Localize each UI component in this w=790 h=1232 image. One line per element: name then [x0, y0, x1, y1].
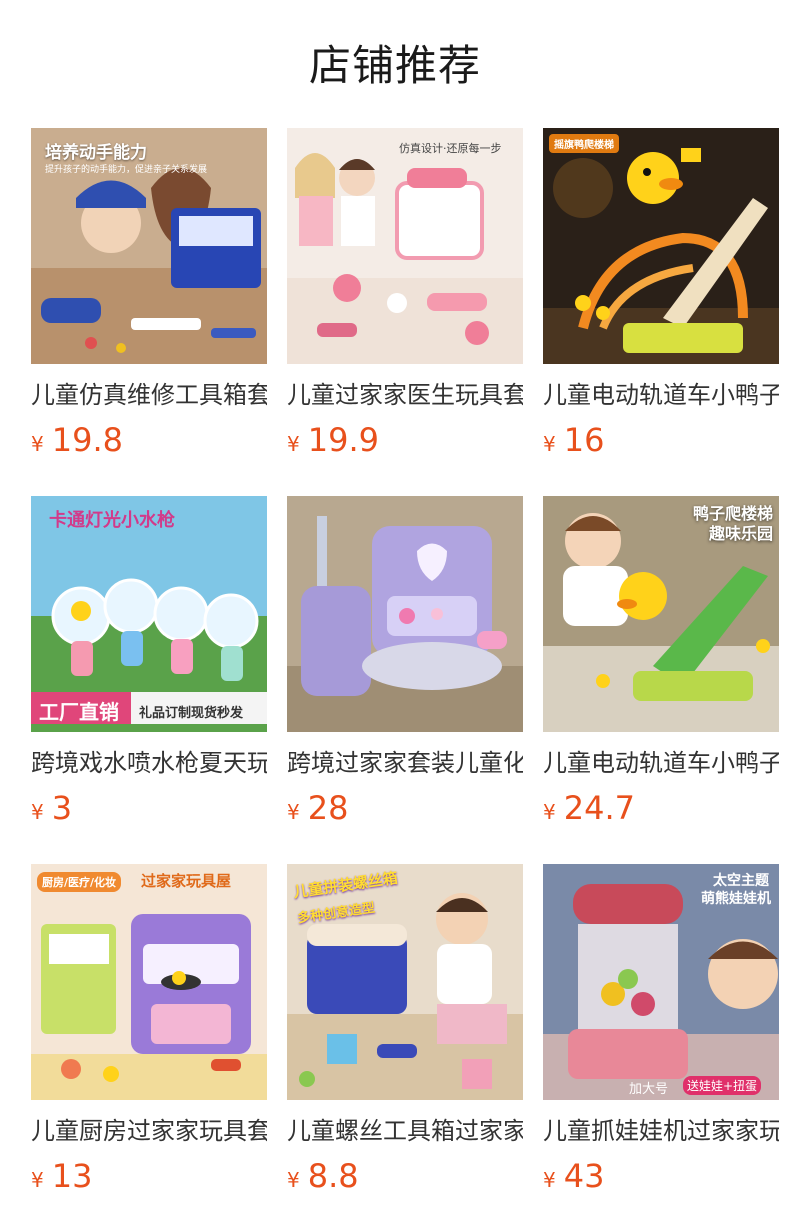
price-amount: 43 — [563, 1157, 605, 1195]
product-price: ¥19.8 — [31, 420, 267, 460]
price-amount: 8.8 — [307, 1157, 359, 1195]
image-overlay-size-tag: 加大号 — [629, 1082, 669, 1097]
image-overlay-gift-tag: 送娃娃+扭蛋 — [683, 1076, 762, 1095]
currency-symbol: ¥ — [287, 1168, 300, 1192]
price-amount: 19.9 — [307, 421, 379, 459]
price-amount: 28 — [307, 789, 349, 827]
currency-symbol: ¥ — [287, 432, 300, 456]
duck-track-image[interactable]: 鸭子爬楼梯 趣味乐园 — [543, 496, 779, 732]
screw-toolbox-image[interactable]: 儿童拼装螺丝箱 多种创意造型 — [287, 864, 523, 1100]
duck-slide-image[interactable]: 摇旗鸭爬楼梯 — [543, 128, 779, 364]
image-overlay-title: 仿真设计·还原每一步 — [399, 142, 502, 155]
image-overlay-subtitle: 萌熊娃娃机 — [701, 891, 771, 907]
price-amount: 13 — [51, 1157, 93, 1195]
product-price: ¥13 — [31, 1156, 267, 1196]
product-card[interactable]: 鸭子爬楼梯 趣味乐园 儿童电动轨道车小鸭子滑梯 ¥24.7 — [543, 496, 779, 864]
currency-symbol: ¥ — [31, 1168, 44, 1192]
image-overlay-title: 过家家玩具屋 — [141, 872, 232, 890]
product-name[interactable]: 儿童抓娃娃机过家家玩具 — [543, 1114, 779, 1148]
price-amount: 16 — [563, 421, 605, 459]
product-price: ¥24.7 — [543, 788, 779, 828]
product-price: ¥28 — [287, 788, 523, 828]
doctor-kit-image[interactable]: 仿真设计·还原每一步 — [287, 128, 523, 364]
image-overlay-tag: 工厂直销 — [39, 700, 119, 724]
currency-symbol: ¥ — [31, 800, 44, 824]
product-name[interactable]: 跨境过家家套装儿童化妆 — [287, 746, 523, 780]
image-overlay-title: 卡通灯光小水枪 — [49, 510, 175, 531]
product-name[interactable]: 儿童过家家医生玩具套装 — [287, 378, 523, 412]
product-card[interactable]: 厨房/医疗/化妆 过家家玩具屋 儿童厨房过家家玩具套装 ¥13 — [31, 864, 267, 1232]
page-title: 店铺推荐 — [308, 41, 481, 90]
image-overlay-tag: 厨房/医疗/化妆 — [37, 872, 122, 892]
price-amount: 19.8 — [51, 421, 123, 459]
product-price: ¥19.9 — [287, 420, 523, 460]
image-overlay-title: 太空主题 — [713, 873, 769, 889]
product-card[interactable]: 培养动手能力 提升孩子的动手能力，促进亲子关系发展 儿童仿真维修工具箱套装 ¥1… — [31, 128, 267, 496]
product-name[interactable]: 跨境戏水喷水枪夏天玩具 — [31, 746, 267, 780]
image-overlay-subtitle: 礼品订制现货秒发 — [139, 706, 244, 721]
image-overlay-subtitle: 提升孩子的动手能力，促进亲子关系发展 — [45, 165, 208, 175]
claw-machine-image[interactable]: 太空主题 萌熊娃娃机 加大号 送娃娃+扭蛋 — [543, 864, 779, 1100]
image-overlay-title: 培养动手能力 — [45, 143, 147, 163]
currency-symbol: ¥ — [31, 432, 44, 456]
product-name[interactable]: 儿童电动轨道车小鸭子爬楼梯 — [543, 378, 779, 412]
currency-symbol: ¥ — [543, 432, 556, 456]
currency-symbol: ¥ — [287, 800, 300, 824]
product-card[interactable]: 儿童拼装螺丝箱 多种创意造型 儿童螺丝工具箱过家家玩具 ¥8.8 — [287, 864, 523, 1232]
product-price: ¥16 — [543, 420, 779, 460]
currency-symbol: ¥ — [543, 800, 556, 824]
kitchen-set-image[interactable]: 厨房/医疗/化妆 过家家玩具屋 — [31, 864, 267, 1100]
product-card[interactable]: 仿真设计·还原每一步 儿童过家家医生玩具套装 ¥19.9 — [287, 128, 523, 496]
product-card[interactable]: 跨境过家家套装儿童化妆 ¥28 — [287, 496, 523, 864]
makeup-suitcase-image[interactable] — [287, 496, 523, 732]
product-price: ¥43 — [543, 1156, 779, 1196]
product-name[interactable]: 儿童螺丝工具箱过家家玩具 — [287, 1114, 523, 1148]
toolbox-kids-image[interactable]: 培养动手能力 提升孩子的动手能力，促进亲子关系发展 — [31, 128, 267, 364]
water-gun-image[interactable]: 卡通灯光小水枪 工厂直销 礼品订制现货秒发 — [31, 496, 267, 732]
price-amount: 3 — [51, 789, 73, 827]
currency-symbol: ¥ — [543, 1168, 556, 1192]
product-name[interactable]: 儿童厨房过家家玩具套装 — [31, 1114, 267, 1148]
product-name[interactable]: 儿童仿真维修工具箱套装 — [31, 378, 267, 412]
product-price: ¥8.8 — [287, 1156, 523, 1196]
price-amount: 24.7 — [563, 789, 635, 827]
image-overlay-subtitle: 趣味乐园 — [708, 524, 773, 543]
product-price: ¥3 — [31, 788, 267, 828]
product-card[interactable]: 卡通灯光小水枪 工厂直销 礼品订制现货秒发 跨境戏水喷水枪夏天玩具 ¥3 — [31, 496, 267, 864]
product-card[interactable]: 太空主题 萌熊娃娃机 加大号 送娃娃+扭蛋 儿童抓娃娃机过家家玩具 ¥43 — [543, 864, 779, 1232]
product-grid: 培养动手能力 提升孩子的动手能力，促进亲子关系发展 儿童仿真维修工具箱套装 ¥1… — [31, 128, 790, 1232]
product-card[interactable]: 摇旗鸭爬楼梯 儿童电动轨道车小鸭子爬楼梯 ¥16 — [543, 128, 779, 496]
image-overlay-title: 摇旗鸭爬楼梯 — [549, 134, 619, 153]
product-name[interactable]: 儿童电动轨道车小鸭子滑梯 — [543, 746, 779, 780]
